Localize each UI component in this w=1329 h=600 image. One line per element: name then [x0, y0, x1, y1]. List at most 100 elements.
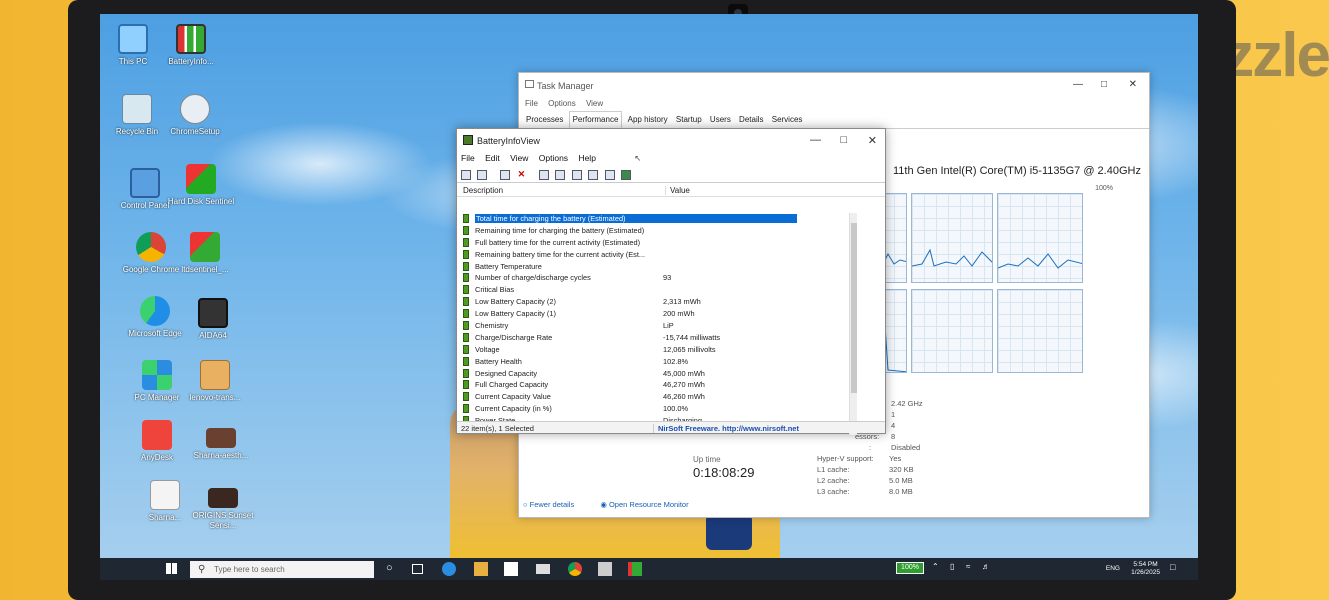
volume-icon[interactable]: ♬ [982, 562, 996, 576]
batteryinfoview-titlebar[interactable]: BatteryInfoView — □ ✕ [457, 129, 885, 153]
desktop-icon-hdsentinel[interactable]: ltdsentinel_... [170, 232, 240, 275]
tab-details[interactable]: Details [736, 112, 766, 127]
save-icon[interactable] [538, 170, 549, 180]
menu-help[interactable]: Help [578, 153, 595, 163]
task-manager-menubar: File Options View [519, 97, 1149, 111]
log-window-icon[interactable] [499, 170, 510, 180]
find-icon[interactable] [604, 170, 615, 180]
store-icon[interactable] [504, 562, 518, 576]
menu-file[interactable]: File [525, 99, 538, 108]
menu-view[interactable]: View [510, 153, 528, 163]
tab-services[interactable]: Services [769, 112, 806, 127]
task-manager-titlebar[interactable]: Task Manager — □ ✕ [519, 73, 1149, 97]
battery-row-icon [463, 309, 469, 319]
desktop-icon-origins[interactable]: ORIGINS Sunset Sensi... [188, 488, 258, 531]
table-row[interactable]: Battery Health 102.8% [457, 356, 855, 368]
table-row[interactable]: Chemistry LiP [457, 320, 855, 332]
cortana-icon[interactable]: ○ [386, 562, 400, 576]
menu-options[interactable]: Options [548, 99, 576, 108]
table-row[interactable]: Charge/Discharge Rate -15,744 milliwatts [457, 332, 855, 344]
menu-options[interactable]: Options [539, 153, 568, 163]
desktop-icon-lenovo[interactable]: lenovo-trans... [180, 360, 250, 403]
task-view-icon[interactable] [412, 564, 423, 574]
batteryinfoview-taskbar-icon[interactable] [628, 562, 642, 576]
close-icon[interactable]: ✕ [1129, 79, 1137, 90]
column-description[interactable]: Description [463, 186, 503, 195]
row-description: Voltage [475, 344, 500, 354]
open-resource-monitor-link[interactable]: ◉ Open Resource Monitor [600, 500, 700, 509]
column-value[interactable]: Value [665, 186, 690, 195]
chrome-taskbar-icon[interactable] [568, 562, 582, 576]
minimize-icon[interactable]: — [1073, 79, 1083, 90]
tab-app-history[interactable]: App history [625, 112, 671, 127]
tab-processes[interactable]: Processes [523, 112, 566, 127]
close-icon[interactable]: ✕ [868, 134, 877, 147]
maximize-icon[interactable]: □ [840, 134, 847, 146]
menu-edit[interactable]: Edit [485, 153, 500, 163]
exit-icon[interactable] [621, 170, 632, 180]
table-row[interactable]: Designed Capacity 45,000 mWh [457, 368, 855, 380]
desktop-icon-label: Sharna... [148, 513, 182, 522]
table-row[interactable]: Critical Bias [457, 284, 855, 296]
edge-taskbar-icon[interactable] [442, 562, 456, 576]
menu-file[interactable]: File [461, 153, 475, 163]
task-manager-taskbar-icon[interactable] [598, 562, 612, 576]
menu-view[interactable]: View [586, 99, 603, 108]
table-row[interactable]: Low Battery Capacity (2) 2,313 mWh [457, 296, 855, 308]
table-row[interactable]: Number of charge/discharge cycles 93 [457, 272, 855, 284]
table-row[interactable]: Battery Temperature [457, 261, 855, 273]
chevron-up-icon[interactable]: ⌃ [932, 562, 946, 576]
task-manager-icon [525, 80, 534, 88]
tab-performance[interactable]: Performance [568, 111, 623, 128]
table-row[interactable]: Voltage 12,065 millivolts [457, 344, 855, 356]
row-value: 93 [663, 273, 672, 283]
language-indicator[interactable]: ENG [1106, 565, 1120, 572]
desktop-icon-aida64[interactable]: AIDA64 [178, 298, 248, 341]
desktop-icon-sharna[interactable]: Sharna-aesth... [186, 428, 256, 461]
maximize-icon[interactable]: □ [1101, 79, 1107, 90]
row-description: Remaining battery time for the current a… [475, 249, 646, 259]
scrollbar-thumb[interactable] [851, 223, 857, 393]
fewer-details-link[interactable]: ○ Fewer details [523, 500, 586, 509]
nirsoft-link[interactable]: NirSoft Freeware. http://www.nirsoft.net [653, 424, 799, 433]
row-value: 100.0% [663, 404, 689, 414]
table-row[interactable]: Remaining time for charging the battery … [457, 225, 855, 237]
table-row[interactable]: Full battery time for the current activi… [457, 237, 855, 249]
desktop-icon-anydesk[interactable]: AnyDesk [122, 420, 192, 463]
table-row[interactable]: Low Battery Capacity (1) 200 mWh [457, 308, 855, 320]
mail-icon[interactable] [536, 564, 550, 574]
table-row[interactable]: Current Capacity (in %) 100.0% [457, 403, 855, 415]
image-thumbnail-icon [208, 488, 238, 508]
start-windows-icon[interactable] [166, 563, 177, 574]
pc-manager-icon [142, 360, 172, 390]
battery-status[interactable]: 100% [896, 562, 924, 574]
spec-value: 4 [891, 421, 896, 430]
uptime-value: 0:18:08:29 [693, 465, 755, 480]
minimize-icon[interactable]: — [810, 134, 821, 146]
file-explorer-icon[interactable] [474, 562, 488, 576]
jacket-badge [706, 514, 752, 550]
clock[interactable]: 5:54 PM 1/26/2025 [1131, 561, 1160, 577]
tab-startup[interactable]: Startup [673, 112, 705, 127]
table-row[interactable]: Current Capacity Value 46,260 mWh [457, 391, 855, 403]
table-row[interactable]: Total time for charging the battery (Est… [457, 213, 855, 225]
copy-icon[interactable] [571, 170, 582, 180]
battery-info-icon[interactable] [477, 170, 488, 180]
desktop-icon-batteryinfo[interactable]: BatteryInfo... [156, 24, 226, 67]
html-report-icon[interactable] [588, 170, 599, 180]
properties-icon[interactable] [461, 170, 471, 180]
batteryinfoview-toolbar: ✕ [457, 167, 885, 183]
wifi-icon[interactable]: ≈ [966, 562, 980, 576]
table-row[interactable]: Remaining battery time for the current a… [457, 249, 855, 261]
clock-date: 1/26/2025 [1131, 569, 1160, 576]
vertical-scrollbar[interactable] [849, 213, 857, 435]
search-box[interactable]: ⚲ Type here to search [190, 561, 374, 578]
notification-icon[interactable]: □ [1170, 562, 1184, 576]
battery-tray-icon[interactable]: ▯ [950, 562, 964, 576]
refresh-icon[interactable] [555, 170, 566, 180]
desktop-icon-hard-disk-sentinel[interactable]: Hard Disk Sentinel [166, 164, 236, 207]
table-row[interactable]: Full Charged Capacity 46,270 mWh [457, 379, 855, 391]
tab-users[interactable]: Users [707, 112, 734, 127]
delete-icon[interactable]: ✕ [516, 170, 526, 180]
desktop-icon-chromesetup[interactable]: ChromeSetup [160, 94, 230, 137]
